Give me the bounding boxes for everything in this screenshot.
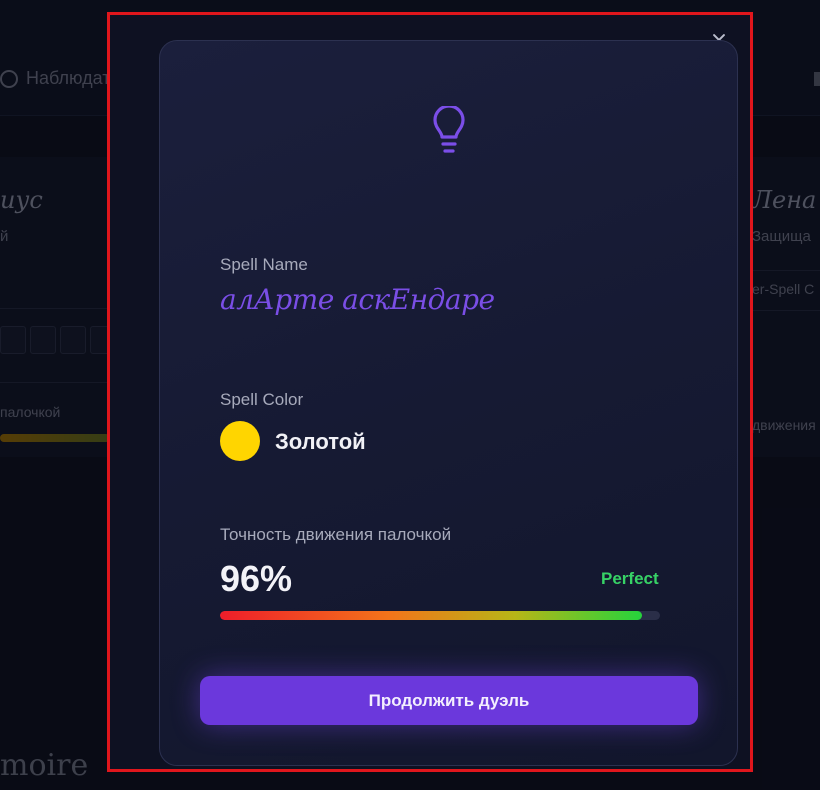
spell-name-value: алАрте аскЕндаре — [220, 283, 495, 316]
accuracy-bar-fill — [220, 611, 643, 620]
spell-color-swatch — [220, 421, 260, 461]
spell-color-label: Spell Color — [220, 390, 304, 409]
accuracy-label: Точность движения палочкой — [220, 525, 452, 544]
accuracy-bar — [220, 611, 660, 620]
continue-duel-button[interactable]: Продолжить дуэль — [200, 676, 698, 725]
lightbulb-icon — [433, 106, 465, 153]
accuracy-value: 96% — [220, 558, 293, 599]
spell-name-label: Spell Name — [220, 255, 308, 274]
accuracy-rating: Perfect — [601, 569, 659, 588]
spell-color-name: Золотой — [275, 429, 366, 454]
